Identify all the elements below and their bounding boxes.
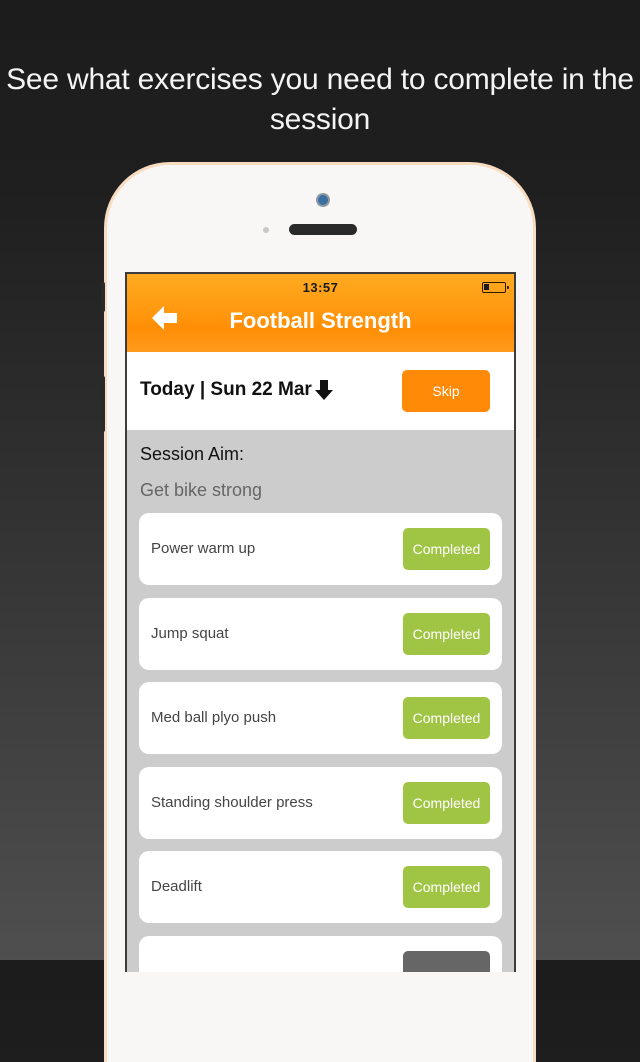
battery-low-icon [482, 282, 509, 293]
exercise-name: Deadlift [151, 878, 202, 895]
app-screen: 13:57 Football Strength Today | Sun 22 M… [125, 272, 516, 972]
exercise-item[interactable]: Power warm up Completed [139, 513, 502, 585]
earpiece-speaker [289, 224, 357, 235]
page-title: Football Strength [229, 308, 412, 333]
front-camera [318, 195, 328, 205]
exercise-list: Power warm up Completed Jump squat Compl… [139, 513, 502, 972]
volume-button [101, 282, 105, 312]
date-selector[interactable]: Today | Sun 22 Mar [140, 379, 334, 401]
exercise-item[interactable]: Deadlift Completed [139, 851, 502, 923]
date-label: Today | Sun 22 Mar [140, 379, 312, 400]
completed-button[interactable]: Completed [403, 866, 490, 908]
completed-button[interactable]: Completed [403, 528, 490, 570]
nav-bar: 13:57 Football Strength [127, 274, 514, 352]
exercise-item[interactable]: Jump squat Completed [139, 597, 502, 670]
headline: See what exercises you need to complete … [6, 63, 634, 136]
exercise-item[interactable]: Standing shoulder press Completed [139, 766, 502, 839]
completed-button[interactable]: Completed [403, 697, 490, 739]
session-aim-label: Session Aim: [140, 444, 245, 464]
arrow-down-icon [314, 380, 333, 400]
session-aim-value: Get bike strong [140, 480, 263, 500]
pending-button[interactable] [403, 950, 490, 972]
completed-button[interactable]: Completed [403, 781, 490, 824]
volume-button [101, 376, 105, 432]
skip-button[interactable]: Skip [402, 370, 490, 412]
exercise-name: Standing shoulder press [151, 793, 313, 811]
status-time: 13:57 [302, 280, 339, 295]
exercise-item[interactable]: Med ball plyo push Completed [139, 682, 502, 754]
completed-button[interactable]: Completed [403, 612, 490, 655]
proximity-sensor [263, 227, 269, 233]
exercise-item[interactable] [139, 935, 502, 972]
exercise-name: Jump squat [151, 624, 229, 642]
date-bar: Today | Sun 22 Mar Skip [127, 352, 514, 430]
exercise-name: Power warm up [151, 540, 256, 557]
exercise-name: Med ball plyo push [151, 709, 277, 726]
power-button [536, 372, 540, 438]
